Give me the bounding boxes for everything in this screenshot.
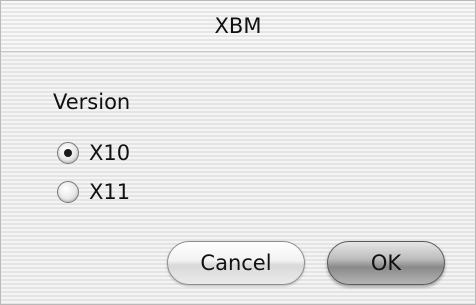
radio-option-x11[interactable]: X11 <box>57 178 130 206</box>
ok-button[interactable]: OK <box>327 241 445 285</box>
radio-label-x11[interactable]: X11 <box>89 180 130 204</box>
dialog-title: XBM <box>214 14 262 38</box>
xbm-dialog: XBM Version X10 X11 Cancel OK <box>0 0 476 305</box>
radio-option-x10[interactable]: X10 <box>57 139 130 167</box>
radio-button-selected[interactable] <box>57 142 79 164</box>
version-label: Version <box>53 90 131 114</box>
radio-button-unselected[interactable] <box>57 181 79 203</box>
title-bar[interactable]: XBM <box>1 1 475 52</box>
cancel-button[interactable]: Cancel <box>167 241 305 285</box>
radio-label-x10[interactable]: X10 <box>89 141 130 165</box>
